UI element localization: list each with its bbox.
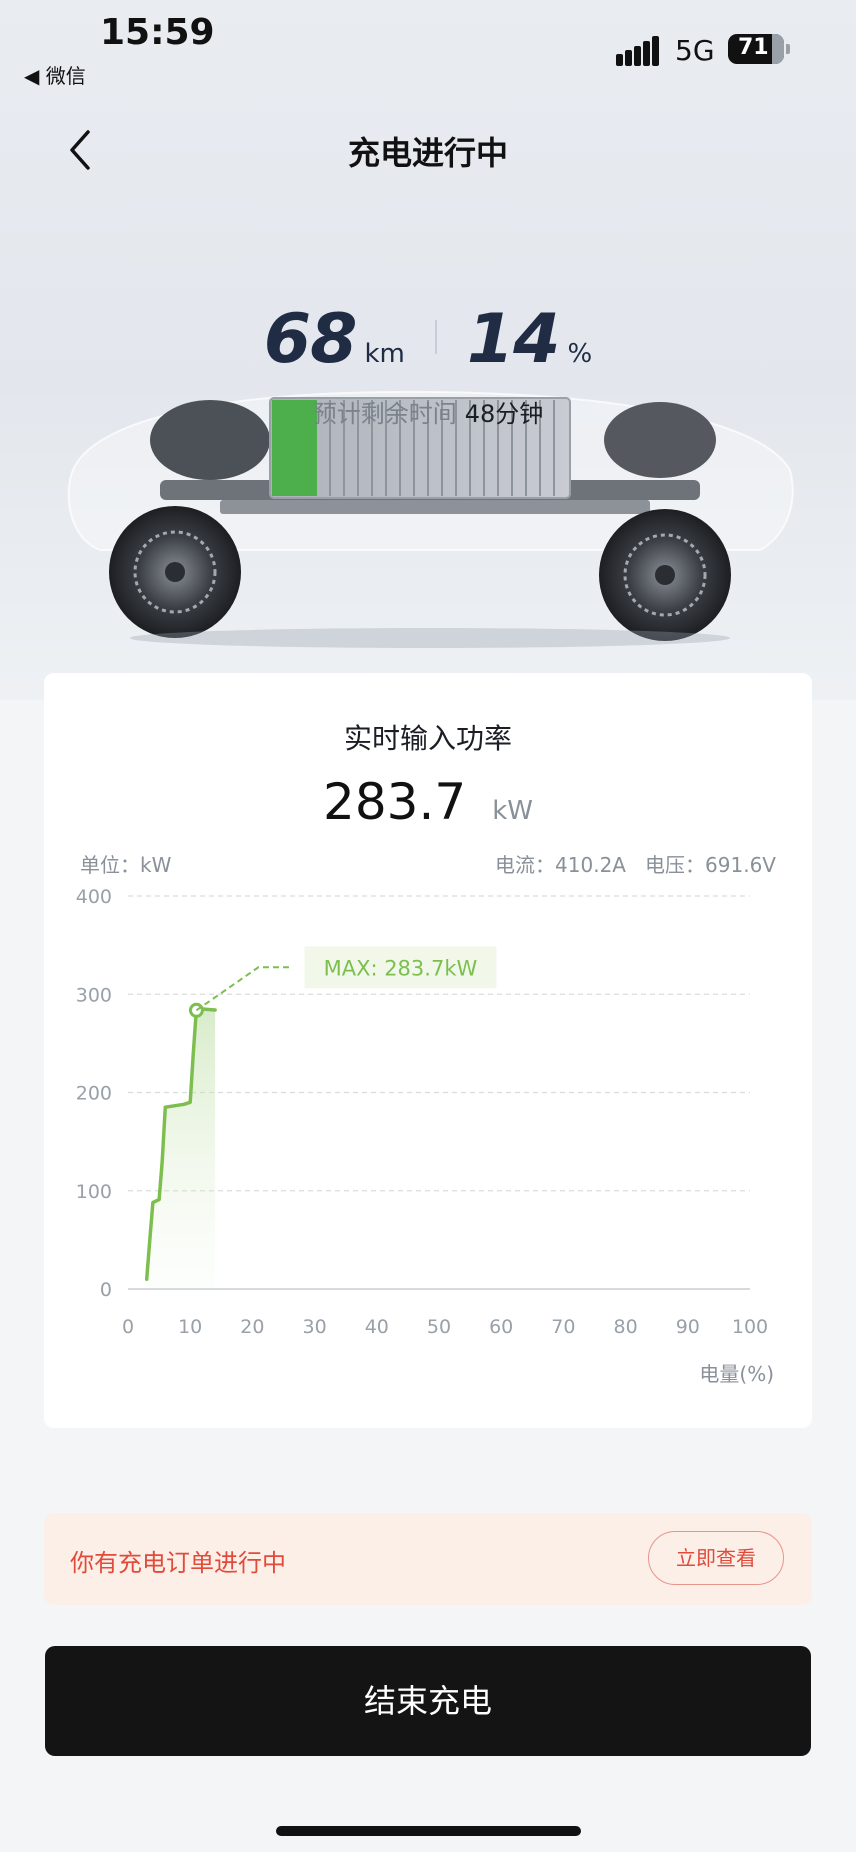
x-tick-label: 60 xyxy=(489,1316,513,1338)
power-value: 283.7 xyxy=(323,773,467,831)
x-axis-label: 电量(%) xyxy=(699,1362,774,1386)
back-to-wechat-link[interactable]: ◀ 微信 xyxy=(24,60,86,89)
max-leader-line xyxy=(195,966,293,1012)
card-title: 实时输入功率 xyxy=(343,722,512,755)
page-title: 充电进行中 xyxy=(347,134,508,172)
order-banner: 你有充电订单进行中 立即查看 xyxy=(44,1513,812,1605)
soc-unit: % xyxy=(567,339,593,369)
power-line-chart: 0 100 200 300 400 0 10 20 30 40 50 60 70 80 90 100 电量(%)… xyxy=(76,886,774,1386)
x-tick-label: 20 xyxy=(240,1316,264,1338)
series-area xyxy=(146,1009,216,1289)
network-type: 5G xyxy=(675,34,715,67)
x-tick-label: 70 xyxy=(551,1316,575,1338)
view-order-button[interactable]: 立即查看 xyxy=(648,1531,784,1585)
charge-stats: 68 km 14% xyxy=(0,300,856,379)
eta-value: 48分钟 xyxy=(464,400,544,428)
power-chart-card: 实时输入功率 283.7 kW 单位：kW 电流：410.2A 电压：691.6V… xyxy=(44,673,812,1428)
eta-row: 预计剩余时间 48分钟 xyxy=(0,394,856,429)
end-charging-button[interactable]: 结束充电 xyxy=(45,1646,811,1756)
x-tick-label: 90 xyxy=(676,1316,700,1338)
cellular-signal-icon xyxy=(616,36,662,66)
battery-tip xyxy=(786,44,790,54)
power-unit: kW xyxy=(492,796,533,826)
y-tick-label: 0 xyxy=(100,1279,112,1301)
x-tick-label: 30 xyxy=(303,1316,327,1338)
x-tick-label: 0 xyxy=(122,1316,134,1338)
eta-label: 预计剩余时间 xyxy=(312,400,457,428)
x-tick-label: 80 xyxy=(614,1316,638,1338)
x-tick-label: 40 xyxy=(365,1316,389,1338)
x-tick-label: 50 xyxy=(427,1316,451,1338)
range-value: 68 xyxy=(263,300,358,379)
soc-value: 14 xyxy=(466,300,561,379)
range-unit: km xyxy=(364,339,405,369)
y-tick-label: 200 xyxy=(76,1083,112,1105)
battery-level: 71 xyxy=(738,35,769,60)
status-time: 15:59 xyxy=(100,12,215,53)
order-banner-text: 你有充电订单进行中 xyxy=(70,1549,286,1577)
y-tick-label: 100 xyxy=(76,1181,112,1203)
stats-divider xyxy=(434,320,437,354)
power-readout: 283.7 kW xyxy=(44,773,812,831)
max-annotation-label: MAX: 283.7kW xyxy=(324,956,478,980)
y-tick-label: 300 xyxy=(76,984,112,1006)
max-point-marker xyxy=(188,1002,204,1018)
battery-icon: 71 xyxy=(728,34,784,64)
x-tick-label: 100 xyxy=(732,1316,768,1338)
y-tick-label: 400 xyxy=(76,886,112,908)
home-indicator[interactable] xyxy=(276,1826,581,1836)
x-tick-label: 10 xyxy=(178,1316,202,1338)
